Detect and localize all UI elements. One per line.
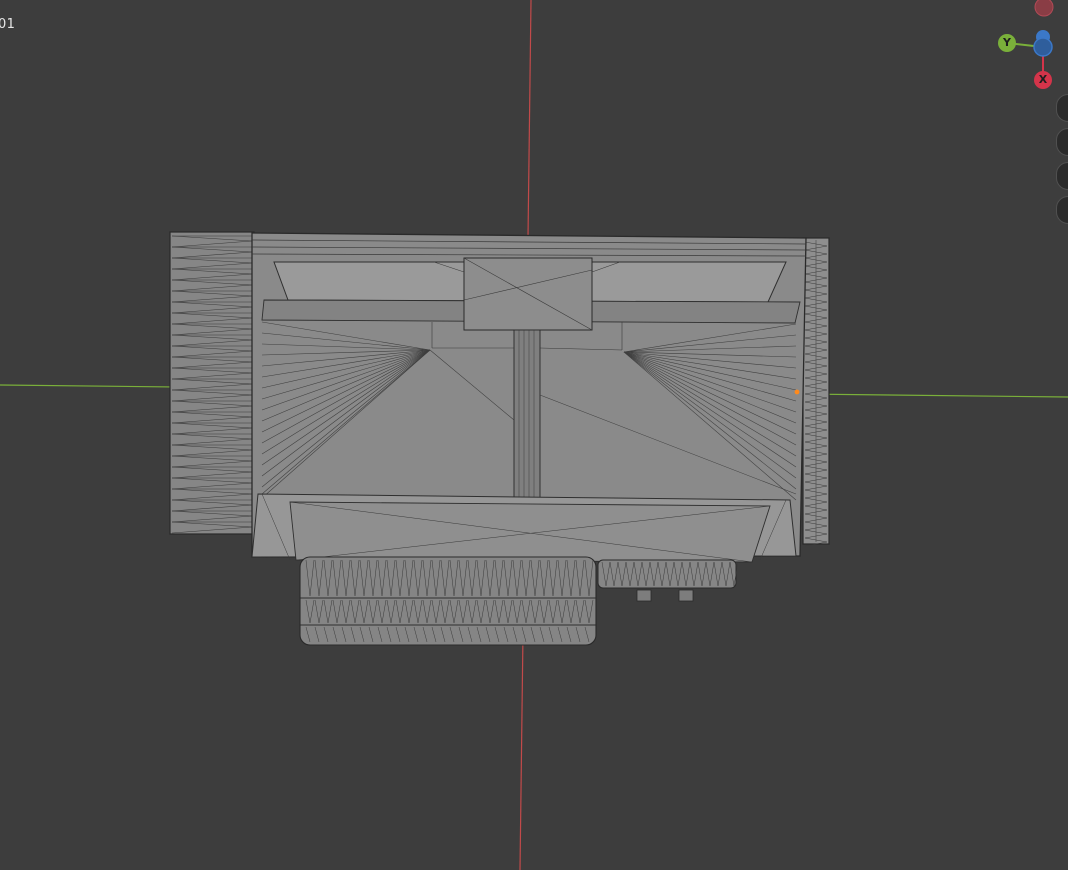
- bottom-dial-large: [299, 556, 597, 646]
- camera-mesh-model: [169, 231, 830, 646]
- gizmo-neg-z-handle: [1033, 37, 1053, 57]
- viewport-canvas[interactable]: [0, 0, 1068, 870]
- gizmo-x-label[interactable]: X: [1034, 71, 1052, 89]
- gizmo-y-label[interactable]: Y: [998, 34, 1016, 52]
- right-cap: [802, 237, 830, 547]
- left-barrel: [169, 231, 255, 535]
- navigation-gizmo[interactable]: Y X: [990, 0, 1068, 100]
- 3d-viewport[interactable]: 01 Y X: [0, 0, 1068, 870]
- gizmo-neg-x-handle: [1034, 0, 1054, 17]
- bottom-dial-small: [597, 559, 739, 602]
- main-body: [251, 232, 807, 563]
- object-origin-dot: [794, 389, 800, 395]
- object-name-label: 01: [0, 17, 16, 32]
